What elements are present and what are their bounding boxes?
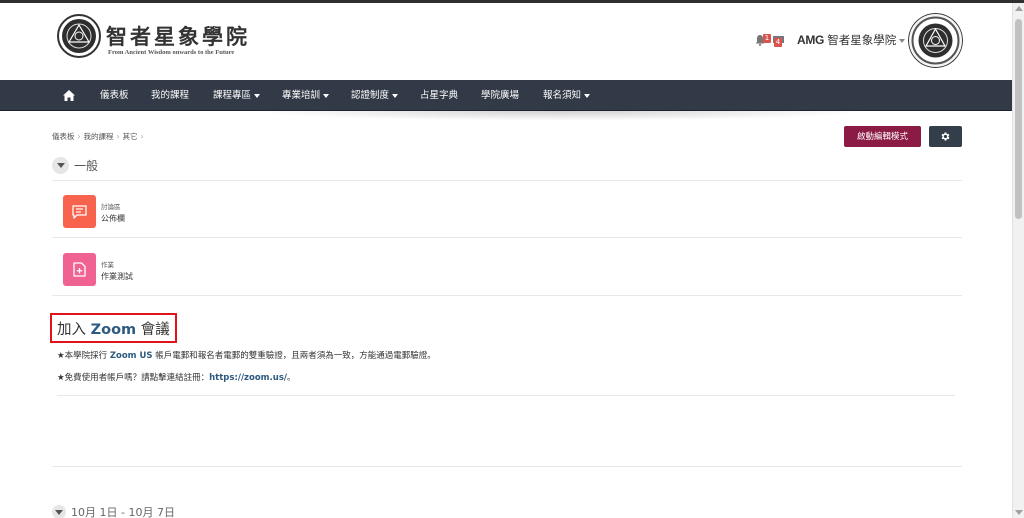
avatar[interactable]: [908, 13, 963, 68]
user-name: 智者星象學院: [824, 35, 897, 47]
divider: [52, 180, 962, 181]
section-title: 10月 1日 - 10月 7日: [71, 506, 175, 518]
zoom-title-suffix: 會議: [136, 322, 170, 338]
chevron-right-icon: ›: [116, 132, 120, 141]
breadcrumb-item-my-courses[interactable]: 我的課程: [84, 132, 114, 141]
activity-forum[interactable]: 討論區 公佈欄: [63, 195, 183, 228]
navbar-shadow: [250, 111, 870, 121]
zoom-register-link[interactable]: https://zoom.us/: [209, 373, 287, 383]
brand-subtitle: From Ancient Wisdom onwards to the Futur…: [108, 49, 235, 56]
activity-type: 討論區: [101, 203, 121, 211]
message-count-badge: 4: [774, 38, 782, 47]
divider: [52, 237, 962, 238]
forum-icon: [63, 195, 96, 228]
chevron-down-icon: [56, 162, 65, 168]
chevron-down-icon: [392, 93, 399, 98]
breadcrumb: 儀表板 › 我的課程 › 其它 ›: [52, 131, 147, 142]
section-general-header[interactable]: 一般: [52, 156, 98, 174]
home-icon[interactable]: [63, 90, 75, 101]
note-text: ★免費使用者帳戶嗎？請點擊連結註冊：: [57, 373, 210, 383]
collapse-toggle[interactable]: [52, 156, 69, 174]
chevron-down-icon: [323, 93, 330, 98]
chevron-down-icon: [899, 38, 906, 43]
chevron-right-icon: ›: [77, 132, 81, 141]
zoom-note-verification: ★本學院採行 Zoom US 帳戶電郵和報名者電郵的雙重驗證，且兩者須為一致，方…: [57, 349, 436, 361]
note-text: 帳戶電郵和報名者電郵的雙重驗證，且兩者須為一致，方能通過電郵驗證。: [152, 351, 436, 361]
section-title: 一般: [74, 158, 99, 173]
activity-name[interactable]: 作業測試: [101, 271, 133, 282]
scroll-down-icon[interactable]: [1015, 510, 1023, 515]
nav-item-registration-info[interactable]: 報名須知: [543, 80, 591, 111]
activity-name[interactable]: 公佈欄: [101, 213, 125, 224]
breadcrumb-item-dashboard[interactable]: 儀表板: [52, 132, 75, 141]
vertical-scrollbar[interactable]: [1012, 3, 1024, 518]
note-text: 。: [286, 373, 296, 383]
main-navbar: 儀表板 我的課程 課程專區 專業培訓 認證制度 占星字典 學院廣場 報名須知: [0, 80, 1012, 111]
user-prefix: AMG: [797, 33, 825, 47]
zoom-title-prefix: 加入: [57, 322, 91, 338]
assignment-icon: [63, 253, 96, 286]
enable-edit-mode-button[interactable]: 啟動編輯模式: [844, 126, 921, 147]
scroll-up-icon[interactable]: [1015, 6, 1023, 11]
scroll-thumb[interactable]: [1015, 19, 1022, 219]
nav-label: 認證制度: [351, 90, 390, 101]
nav-item-academy-plaza[interactable]: 學院廣場: [481, 80, 519, 111]
notification-count-badge: 1: [763, 34, 771, 43]
nav-label: 占星字典: [420, 90, 459, 101]
chevron-down-icon: [254, 93, 261, 98]
nav-item-astrology-dictionary[interactable]: 占星字典: [420, 80, 458, 111]
nav-item-professional-training[interactable]: 專業培訓: [282, 80, 330, 111]
nav-item-certification[interactable]: 認證制度: [351, 80, 399, 111]
nav-label: 儀表板: [100, 90, 129, 101]
brand-title: 智者星象學院: [106, 24, 250, 49]
divider: [57, 395, 955, 396]
chevron-down-icon: [55, 509, 63, 515]
divider: [52, 295, 962, 296]
nav-label: 學院廣場: [481, 90, 520, 101]
activity-assignment[interactable]: 作業 作業測試: [63, 253, 183, 286]
collapse-toggle[interactable]: [52, 505, 66, 518]
nav-item-course-zone[interactable]: 課程專區: [213, 80, 261, 111]
gear-icon: [941, 132, 950, 141]
nav-label: 我的課程: [151, 90, 190, 101]
nav-label: 課程專區: [213, 90, 252, 101]
section-divider: [52, 466, 962, 467]
chevron-right-icon: ›: [140, 132, 144, 141]
note-text: ★本學院採行: [57, 351, 110, 361]
settings-button[interactable]: [929, 126, 962, 147]
chevron-down-icon: [584, 93, 591, 98]
section-week-header[interactable]: 10月 1日 - 10月 7日: [52, 505, 175, 518]
activity-type: 作業: [101, 261, 114, 269]
zoom-title-bold: Zoom: [90, 322, 137, 338]
nav-label: 專業培訓: [282, 90, 321, 101]
breadcrumb-item-other[interactable]: 其它: [123, 132, 138, 141]
nav-label: 報名須知: [543, 90, 582, 101]
nav-item-dashboard[interactable]: 儀表板: [100, 80, 129, 111]
note-bold: Zoom US: [109, 351, 153, 361]
notification-area[interactable]: 1 4: [754, 31, 788, 47]
zoom-heading: 加入 Zoom 會議: [57, 318, 170, 339]
zoom-note-register: ★免費使用者帳戶嗎？請點擊連結註冊：https://zoom.us/。: [57, 371, 296, 383]
user-menu[interactable]: AMG 智者星象學院: [797, 32, 906, 48]
nav-item-my-courses[interactable]: 我的課程: [151, 80, 189, 111]
academy-logo-icon[interactable]: [57, 14, 101, 58]
